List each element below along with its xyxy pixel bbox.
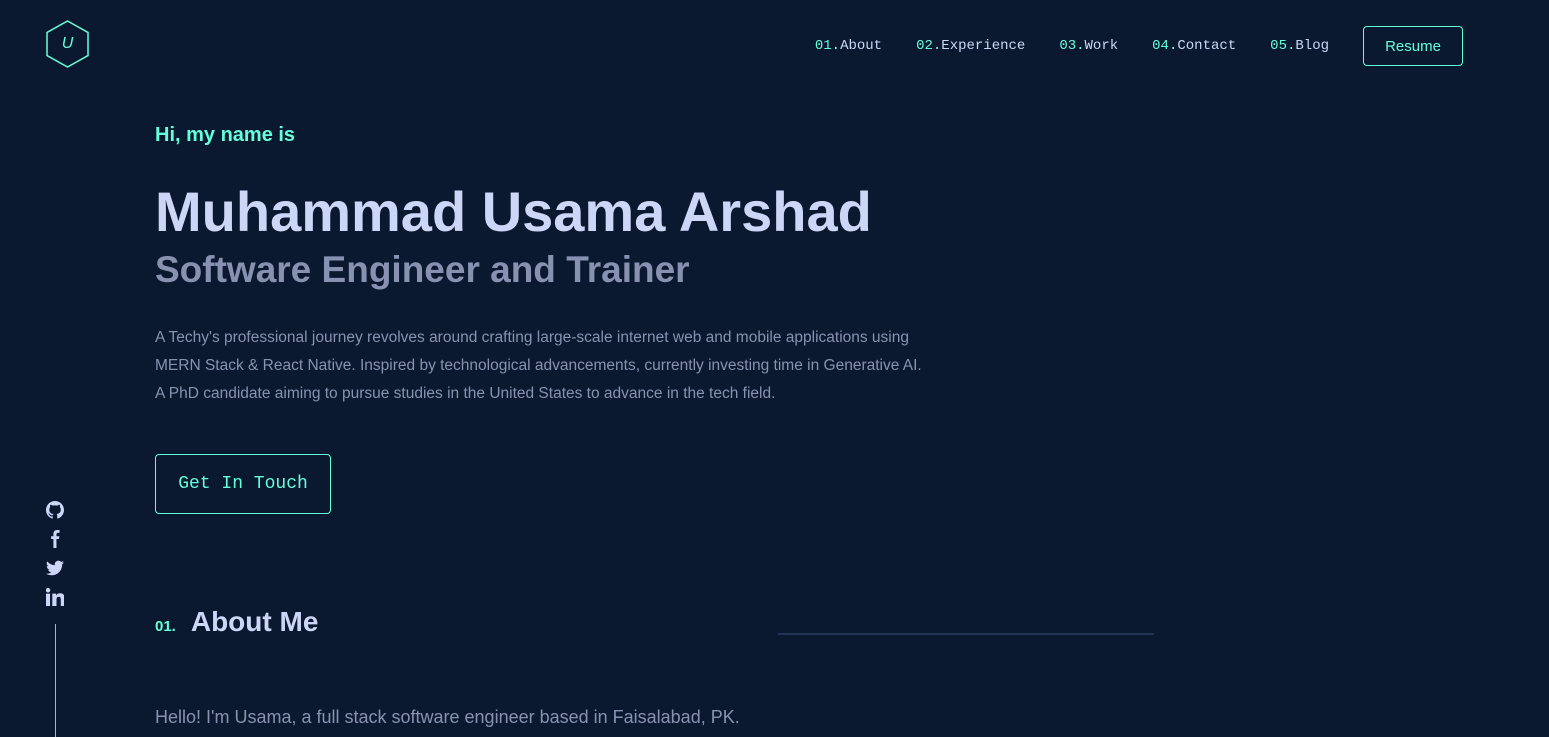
section-title: About Me <box>190 606 319 637</box>
section-number: 01. <box>155 618 176 635</box>
nav-item-blog[interactable]: 05.Blog <box>1270 38 1329 54</box>
nav-number: 03. <box>1059 38 1085 54</box>
nav-label: About <box>840 38 883 54</box>
hero-section: Hi, my name is Muhammad Usama Arshad Sof… <box>155 124 1055 408</box>
twitter-icon[interactable] <box>45 558 65 578</box>
about-intro: Hello! I'm Usama, a full stack software … <box>155 707 740 727</box>
get-in-touch-button[interactable]: Get In Touch <box>155 454 331 514</box>
nav-item-work[interactable]: 03.Work <box>1059 38 1118 54</box>
bio-line: A Techy's professional journey revolves … <box>155 329 909 346</box>
nav-item-about[interactable]: 01.About <box>815 38 882 54</box>
nav-number: 05. <box>1270 38 1296 54</box>
nav-item-experience[interactable]: 02.Experience <box>916 38 1025 54</box>
facebook-icon[interactable] <box>45 529 65 549</box>
hero-bio: A Techy's professional journey revolves … <box>155 324 985 408</box>
top-navigation: 01.About 02.Experience 03.Work 04.Contac… <box>815 26 1463 66</box>
nav-number: 04. <box>1152 38 1178 54</box>
social-links <box>44 500 66 737</box>
logo-letter: U <box>61 35 74 52</box>
about-section-heading: 01. About Me <box>155 606 318 638</box>
logo[interactable]: U <box>45 19 90 69</box>
linkedin-icon[interactable] <box>45 587 65 607</box>
nav-label: Contact <box>1177 38 1237 54</box>
hero-subtitle: Software Engineer and Trainer <box>155 249 690 290</box>
hero-name: Muhammad Usama Arshad <box>155 180 872 243</box>
bio-line: MERN Stack & React Native. Inspired by t… <box>155 357 922 374</box>
nav-label: Blog <box>1295 38 1329 54</box>
nav-item-contact[interactable]: 04.Contact <box>1152 38 1236 54</box>
nav-number: 02. <box>916 38 942 54</box>
nav-label: Experience <box>941 38 1026 54</box>
greeting: Hi, my name is <box>155 124 296 146</box>
bio-line: A PhD candidate aiming to pursue studies… <box>155 385 776 402</box>
nav-label: Work <box>1084 38 1119 54</box>
nav-number: 01. <box>814 38 841 54</box>
social-divider-line <box>54 624 56 737</box>
section-divider <box>778 633 1154 635</box>
resume-button[interactable]: Resume <box>1363 26 1463 66</box>
github-icon[interactable] <box>45 500 65 520</box>
